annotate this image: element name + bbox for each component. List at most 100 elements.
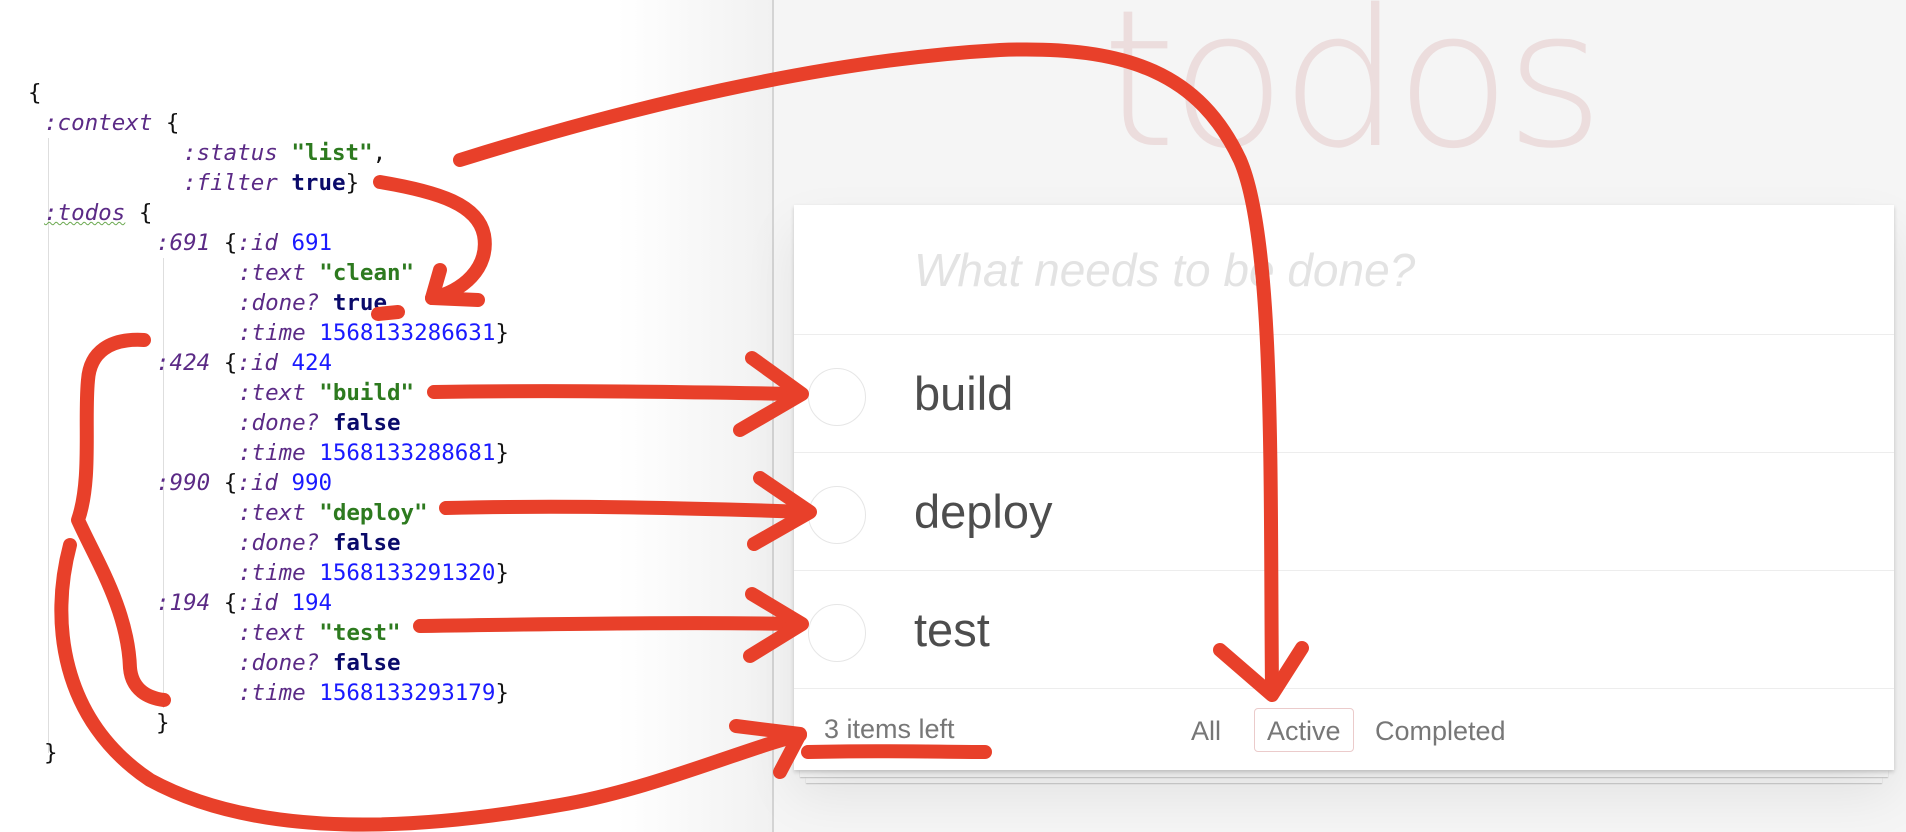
code-token: } [156, 710, 170, 736]
code-token: 1568133286631 [319, 320, 496, 346]
code-line: } [156, 708, 170, 738]
code-token: :done? [238, 650, 320, 676]
code-line: :691 {:id 691 [156, 228, 332, 258]
code-token: :691 [156, 230, 211, 256]
code-token: :time [238, 680, 306, 706]
code-token: :time [238, 440, 306, 466]
code-token: :text [238, 620, 306, 646]
todo-list-card: builddeploytest 3 items left All Active … [794, 205, 1894, 770]
code-token: :990 [156, 470, 211, 496]
code-line: :filter true} [183, 168, 359, 198]
code-token: } [495, 320, 509, 346]
code-line: :done? false [238, 408, 401, 438]
code-token: true [291, 170, 346, 196]
todo-label[interactable]: test [914, 571, 990, 689]
todo-footer: 3 items left All Active Completed [794, 689, 1894, 770]
code-token: 1568133288681 [319, 440, 496, 466]
indent-guide [48, 138, 49, 753]
code-token: 990 [291, 470, 333, 496]
code-token: :filter [183, 170, 278, 196]
todo-toggle-checkbox[interactable] [808, 604, 866, 662]
code-token: :done? [238, 290, 320, 316]
code-line: :text "deploy" [238, 498, 428, 528]
todo-item[interactable]: deploy [794, 453, 1894, 571]
code-token: :done? [238, 530, 320, 556]
code-token: true [332, 290, 388, 316]
code-line: :done? false [238, 648, 401, 678]
code-token: :text [238, 380, 306, 406]
todo-label[interactable]: deploy [914, 453, 1053, 571]
code-token: :time [238, 560, 306, 586]
code-token: 1568133293179 [319, 680, 496, 706]
items-left-count: 3 items left [824, 714, 955, 744]
code-line: :time 1568133286631} [238, 318, 509, 348]
code-line: :time 1568133293179} [238, 678, 509, 708]
code-token: :done? [238, 410, 320, 436]
code-token: :id [237, 470, 278, 496]
code-token: } [345, 170, 360, 196]
todo-label[interactable]: build [914, 335, 1013, 453]
code-token: "deploy" [319, 500, 428, 526]
code-token: } [44, 740, 58, 766]
code-token: false [332, 410, 401, 436]
todo-toggle-checkbox[interactable] [808, 368, 866, 426]
filter-all[interactable]: All [1178, 708, 1234, 752]
code-token: false [332, 650, 401, 676]
new-todo-input[interactable] [794, 205, 1894, 335]
code-line: :done? false [238, 528, 401, 558]
code-token: :todos [44, 200, 126, 226]
code-line: :status "list", [183, 138, 386, 168]
code-line: :todos { [44, 198, 152, 228]
code-token: { [210, 350, 238, 376]
code-line: } [44, 738, 58, 768]
code-line: :time 1568133288681} [238, 438, 509, 468]
code-token: "test" [319, 620, 401, 646]
code-line: :424 {:id 424 [156, 348, 332, 378]
code-line: :done? true [238, 288, 387, 318]
code-token: :id [237, 230, 278, 256]
code-token: :id [237, 590, 278, 616]
code-token: 194 [291, 590, 333, 616]
code-line: { [28, 78, 42, 108]
todo-item[interactable]: build [794, 335, 1894, 453]
filter-active[interactable]: Active [1254, 708, 1354, 752]
code-token: 1568133291320 [319, 560, 496, 586]
code-token: } [495, 560, 509, 586]
code-token: } [495, 440, 509, 466]
filter-completed[interactable]: Completed [1362, 708, 1519, 752]
app-title: todos [1101, 0, 1605, 170]
code-token: false [332, 530, 401, 556]
code-token: :424 [156, 350, 211, 376]
code-token: { [210, 590, 238, 616]
todo-item[interactable]: test [794, 571, 1894, 689]
code-token: :text [238, 500, 306, 526]
card-stack-shadow [806, 777, 1882, 783]
code-line: :990 {:id 990 [156, 468, 332, 498]
code-token: 424 [291, 350, 333, 376]
code-token: { [210, 470, 238, 496]
code-token: :status [183, 140, 278, 166]
code-token: { [125, 200, 153, 226]
code-token: { [152, 110, 180, 136]
code-token: :194 [156, 590, 211, 616]
code-token: "clean" [319, 260, 415, 286]
todo-toggle-checkbox[interactable] [808, 486, 866, 544]
code-token: :text [238, 260, 306, 286]
code-token: 691 [291, 230, 333, 256]
code-token: { [28, 80, 42, 106]
